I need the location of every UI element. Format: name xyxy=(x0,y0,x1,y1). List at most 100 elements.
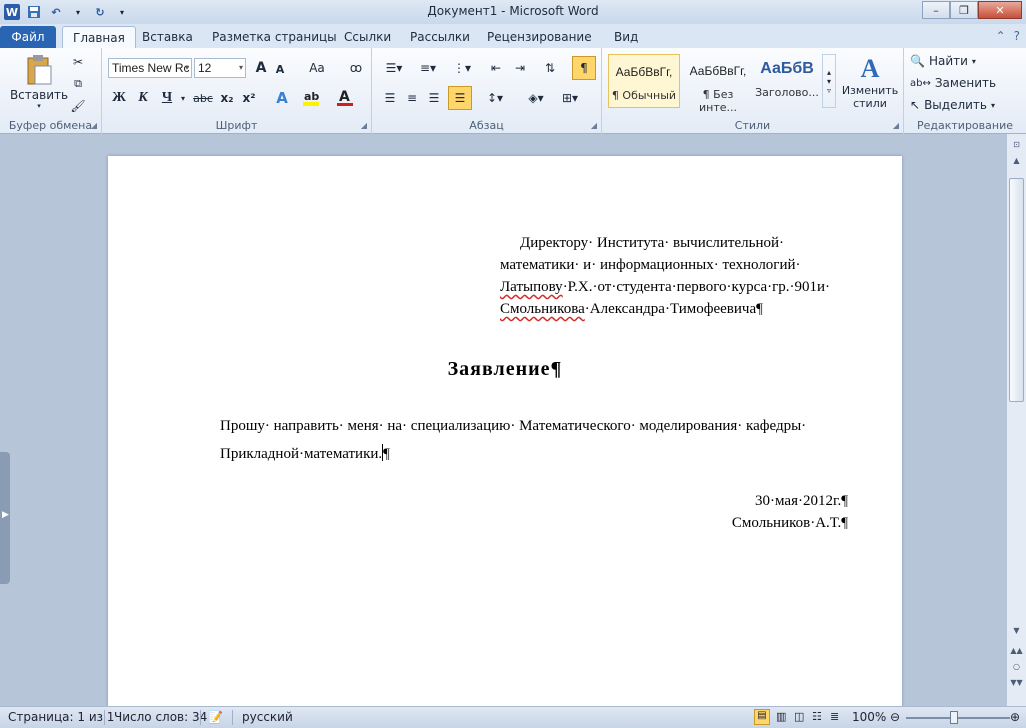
ribbon: Вставить ▾ ✂ ⧉ 🖌 Буфер обмена ◢ Times Ne… xyxy=(0,48,1026,134)
change-styles-button[interactable]: A Изменить стили xyxy=(838,52,902,112)
close-button[interactable]: ✕ xyxy=(978,1,1022,19)
status-separator xyxy=(200,710,201,725)
zoom-in-icon[interactable]: ⊕ xyxy=(1010,710,1020,724)
tab-file[interactable]: Файл xyxy=(0,26,56,48)
outline-view-icon[interactable]: ☷ xyxy=(812,710,822,723)
replace-button[interactable]: ab↔ Заменить xyxy=(910,74,1000,92)
status-separator xyxy=(104,710,105,725)
expand-arrow-icon: ▶ xyxy=(2,510,9,520)
decrease-indent-icon[interactable]: ⇤ xyxy=(486,58,506,78)
language-indicator[interactable]: русский xyxy=(242,710,293,724)
subscript-button[interactable]: x₂ xyxy=(218,88,236,108)
tab-references[interactable]: Ссылки xyxy=(334,26,401,48)
ruler-toggle-icon[interactable]: ⊡ xyxy=(1009,138,1024,152)
align-left-icon[interactable]: ☰ xyxy=(380,88,400,108)
tab-insert[interactable]: Вставка xyxy=(132,26,203,48)
full-screen-view-icon[interactable]: ▥ xyxy=(776,710,786,723)
style-heading1[interactable]: АаБбВ Заголово... xyxy=(754,54,820,108)
change-styles-icon: A xyxy=(860,54,880,83)
strikethrough-button[interactable]: abc xyxy=(192,88,214,108)
cut-icon[interactable]: ✂ xyxy=(70,54,86,70)
style-no-spacing[interactable]: АаБбВвГг, ¶ Без инте... xyxy=(682,54,754,114)
change-case-button[interactable]: Aa xyxy=(304,58,330,78)
maximize-button[interactable]: ❐ xyxy=(950,1,978,19)
zoom-level[interactable]: 100% xyxy=(852,710,886,724)
styles-scroll-icon[interactable]: ▴ ▾ ▿ xyxy=(822,54,836,108)
format-painter-icon[interactable]: 🖌 xyxy=(70,98,86,114)
word-count[interactable]: Число слов: 34 xyxy=(114,710,207,724)
clear-formatting-icon[interactable]: ꝏ xyxy=(346,58,366,78)
zoom-out-icon[interactable]: ⊖ xyxy=(890,710,900,724)
font-name-value: Times New Rc xyxy=(112,61,190,75)
multilevel-list-icon[interactable]: ⋮▾ xyxy=(448,58,476,78)
navigation-pane-handle[interactable]: ▶ xyxy=(0,452,10,584)
copy-icon[interactable]: ⧉ xyxy=(70,76,86,92)
zoom-slider-knob[interactable] xyxy=(950,711,958,724)
minimize-button[interactable]: – xyxy=(922,1,950,19)
justify-button[interactable]: ☰ xyxy=(448,86,472,110)
misspelled-word[interactable]: Смольникова xyxy=(500,301,585,317)
paste-button[interactable]: Вставить ▾ xyxy=(10,52,68,112)
align-center-icon[interactable]: ≡ xyxy=(402,88,422,108)
paragraph-group: ☰▾ ≡▾ ⋮▾ ⇤ ⇥ ⇅ ¶ ☰ ≡ ☰ ☰ ↕▾ ◈▾ ⊞▾ Абзац … xyxy=(372,48,602,134)
scroll-down-icon[interactable]: ▼ xyxy=(1009,624,1024,638)
document-area[interactable]: Директору· Института· вычислительной· ма… xyxy=(0,134,1006,716)
shrink-font-button[interactable]: A xyxy=(272,60,288,78)
paragraph-launcher-icon[interactable]: ◢ xyxy=(591,121,597,130)
bullets-icon[interactable]: ☰▾ xyxy=(380,58,408,78)
vertical-scrollbar[interactable]: ⊡ ▲ ▼ ▲▲ ○ ▼▼ xyxy=(1006,134,1026,706)
print-layout-view-icon[interactable]: ▤ xyxy=(754,709,770,725)
italic-button[interactable]: К xyxy=(134,88,152,108)
show-formatting-marks-button[interactable]: ¶ xyxy=(572,56,596,80)
bold-button[interactable]: Ж xyxy=(110,88,128,108)
tab-review[interactable]: Рецензирование xyxy=(477,26,602,48)
style-no-spacing-label: ¶ Без инте... xyxy=(698,88,737,114)
select-button[interactable]: ↖ Выделить ▾ xyxy=(910,96,1010,114)
tab-view[interactable]: Вид xyxy=(604,26,648,48)
highlight-icon[interactable]: ab xyxy=(300,88,326,108)
increase-indent-icon[interactable]: ⇥ xyxy=(510,58,530,78)
prev-page-icon[interactable]: ▲▲ xyxy=(1009,644,1024,658)
next-page-icon[interactable]: ▼▼ xyxy=(1009,676,1024,690)
font-name-combo[interactable]: Times New Rc ▾ xyxy=(108,58,192,78)
line-spacing-icon[interactable]: ↕▾ xyxy=(482,88,508,108)
font-launcher-icon[interactable]: ◢ xyxy=(361,121,367,130)
font-color-icon[interactable]: A xyxy=(334,88,360,108)
page-count[interactable]: Страница: 1 из 1 xyxy=(8,710,114,724)
browse-object-icon[interactable]: ○ xyxy=(1009,660,1024,674)
scroll-thumb[interactable] xyxy=(1009,178,1024,402)
borders-icon[interactable]: ⊞▾ xyxy=(556,88,584,108)
document-page[interactable]: Директору· Института· вычислительной· ма… xyxy=(108,156,902,716)
align-right-icon[interactable]: ☰ xyxy=(424,88,444,108)
sort-icon[interactable]: ⇅ xyxy=(540,58,560,78)
web-layout-view-icon[interactable]: ◫ xyxy=(794,710,804,723)
find-button[interactable]: 🔍 Найти ▾ xyxy=(910,52,990,70)
tab-page-layout[interactable]: Разметка страницы xyxy=(202,26,347,48)
minimize-ribbon-icon[interactable]: ⌃ xyxy=(996,29,1006,43)
misspelled-word[interactable]: Латыпову xyxy=(500,279,563,295)
tab-mailings[interactable]: Рассылки xyxy=(400,26,480,48)
select-dropdown-icon: ▾ xyxy=(990,100,995,110)
styles-launcher-icon[interactable]: ◢ xyxy=(893,121,899,130)
editing-group-label: Редактирование xyxy=(917,119,1013,132)
tab-home[interactable]: Главная xyxy=(62,26,136,48)
clipboard-group-label: Буфер обмена xyxy=(8,119,93,132)
style-normal[interactable]: АаБбВвГг, ¶ Обычный xyxy=(608,54,680,108)
scroll-up-icon[interactable]: ▲ xyxy=(1009,154,1024,168)
superscript-button[interactable]: x² xyxy=(240,88,258,108)
clipboard-launcher-icon[interactable]: ◢ xyxy=(91,121,97,130)
underline-button[interactable]: Ч xyxy=(158,88,176,108)
underline-dropdown-icon[interactable]: ▾ xyxy=(178,88,188,108)
grow-font-button[interactable]: A xyxy=(252,58,270,78)
draft-view-icon[interactable]: ≣ xyxy=(830,710,839,723)
font-size-combo[interactable]: 12 ▾ xyxy=(194,58,246,78)
shading-icon[interactable]: ◈▾ xyxy=(522,88,550,108)
proofing-icon[interactable]: 📝 xyxy=(208,710,223,724)
replace-label: Заменить xyxy=(934,76,997,90)
text-effects-icon[interactable]: A xyxy=(270,88,294,108)
help-icon[interactable]: ? xyxy=(1014,29,1020,43)
numbering-icon[interactable]: ≡▾ xyxy=(414,58,442,78)
zoom-slider-track[interactable] xyxy=(906,717,1010,719)
addressee-line: Латыпову·Р.Х.·от·студента·первого·курса·… xyxy=(500,276,848,298)
paste-dropdown-icon: ▾ xyxy=(37,102,41,110)
